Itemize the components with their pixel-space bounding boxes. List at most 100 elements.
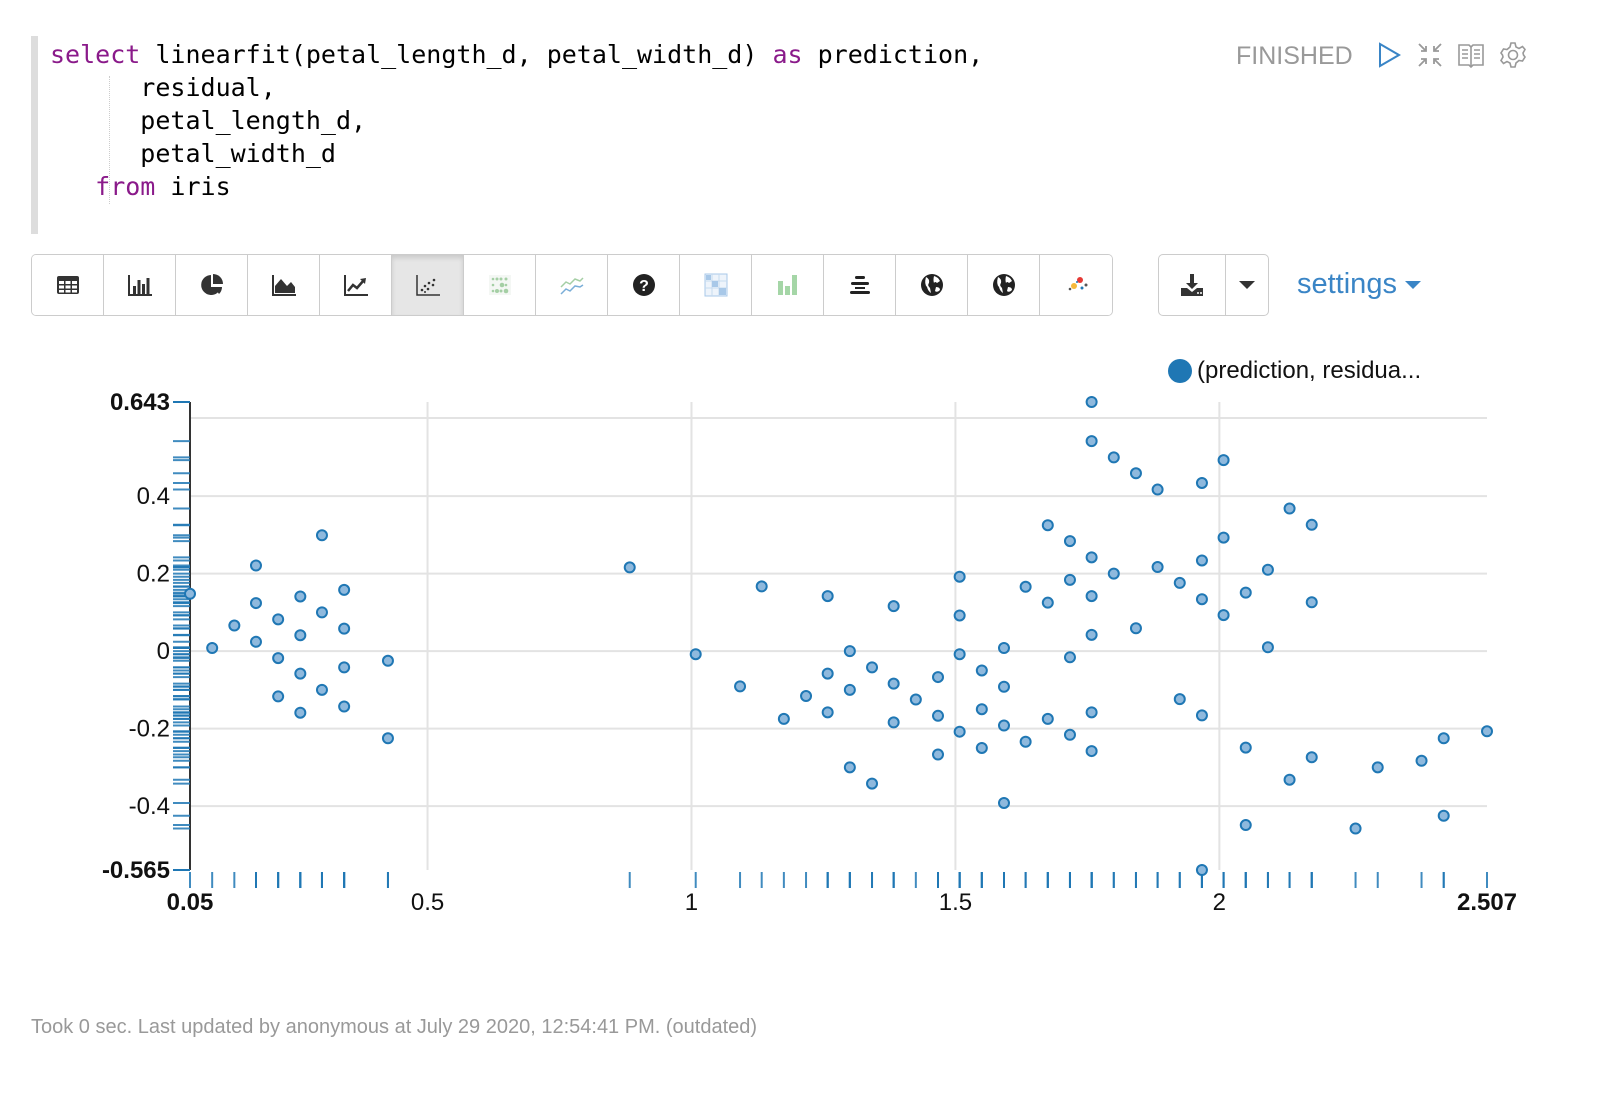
data-point[interactable] (866, 661, 879, 674)
viz-button-color-scatter[interactable] (1040, 255, 1112, 315)
data-point[interactable] (272, 690, 285, 703)
data-point[interactable] (1151, 561, 1164, 574)
data-point[interactable] (734, 680, 747, 693)
viz-button-green-bar[interactable] (752, 255, 824, 315)
data-point[interactable] (1415, 754, 1428, 767)
data-point[interactable] (623, 561, 636, 574)
data-point[interactable] (1041, 596, 1054, 609)
data-point[interactable] (1261, 563, 1274, 576)
data-point[interactable] (1481, 725, 1493, 738)
viz-button-globe[interactable] (896, 255, 968, 315)
data-point[interactable] (1349, 822, 1362, 835)
data-point[interactable] (1085, 706, 1098, 719)
download-button[interactable] (1159, 255, 1226, 315)
data-point[interactable] (1107, 567, 1120, 580)
data-point[interactable] (843, 761, 856, 774)
viz-button-area-chart[interactable] (248, 255, 320, 315)
data-point[interactable] (1305, 751, 1318, 764)
data-point[interactable] (755, 580, 768, 593)
data-point[interactable] (1041, 712, 1054, 725)
data-point[interactable] (294, 590, 307, 603)
data-point[interactable] (800, 690, 813, 703)
data-point[interactable] (1195, 593, 1208, 606)
data-point[interactable] (1085, 745, 1098, 758)
data-point[interactable] (1173, 576, 1186, 589)
code-editor[interactable]: select linearfit(petal_length_d, petal_w… (31, 36, 1118, 234)
data-point[interactable] (1085, 628, 1098, 641)
data-point[interactable] (1305, 596, 1318, 609)
data-point[interactable] (272, 652, 285, 665)
data-point[interactable] (1239, 586, 1252, 599)
download-options-button[interactable] (1226, 255, 1268, 315)
data-point[interactable] (315, 683, 328, 696)
data-point[interactable] (887, 716, 900, 729)
legend-label[interactable]: (prediction, residua... (1197, 357, 1421, 384)
data-point[interactable] (1085, 435, 1098, 448)
viz-button-scatter-chart[interactable] (392, 255, 464, 315)
data-point[interactable] (1283, 773, 1296, 786)
data-point[interactable] (1217, 454, 1230, 467)
data-point[interactable] (315, 529, 328, 542)
data-point[interactable] (338, 700, 351, 713)
data-point[interactable] (338, 622, 351, 635)
data-point[interactable] (932, 671, 945, 684)
data-point[interactable] (1019, 580, 1032, 593)
data-point[interactable] (887, 600, 900, 613)
data-point[interactable] (1195, 864, 1208, 876)
data-point[interactable] (887, 677, 900, 690)
viz-button-globe-2[interactable] (968, 255, 1040, 315)
viz-button-line-chart[interactable] (320, 255, 392, 315)
data-point[interactable] (1437, 732, 1450, 745)
data-point[interactable] (315, 606, 328, 619)
data-point[interactable] (932, 748, 945, 761)
data-point[interactable] (1063, 535, 1076, 548)
viz-button-pie-chart[interactable] (176, 255, 248, 315)
data-point[interactable] (249, 635, 262, 648)
collapse-icon[interactable] (1415, 40, 1445, 70)
data-point[interactable] (932, 709, 945, 722)
data-point[interactable] (294, 629, 307, 642)
data-point[interactable] (1195, 554, 1208, 567)
viz-button-align-center[interactable] (824, 255, 896, 315)
data-point[interactable] (338, 661, 351, 674)
data-point[interactable] (975, 664, 988, 677)
data-point[interactable] (997, 680, 1010, 693)
data-point[interactable] (1437, 809, 1450, 822)
data-point[interactable] (909, 693, 922, 706)
data-point[interactable] (1195, 709, 1208, 722)
data-point[interactable] (294, 706, 307, 719)
data-point[interactable] (975, 741, 988, 754)
data-point[interactable] (338, 583, 351, 596)
data-point[interactable] (953, 648, 966, 661)
data-point[interactable] (1173, 693, 1186, 706)
data-point[interactable] (272, 613, 285, 626)
data-point[interactable] (1063, 728, 1076, 741)
data-point[interactable] (953, 725, 966, 738)
data-point[interactable] (1085, 551, 1098, 564)
data-point[interactable] (249, 559, 262, 572)
data-point[interactable] (689, 648, 702, 661)
data-point[interactable] (1305, 518, 1318, 531)
book-icon[interactable] (1456, 40, 1486, 70)
data-point[interactable] (206, 642, 219, 655)
data-point[interactable] (777, 712, 790, 725)
gear-icon[interactable] (1498, 40, 1528, 70)
data-point[interactable] (866, 777, 879, 790)
data-point[interactable] (821, 590, 834, 603)
sql-code[interactable]: select linearfit(petal_length_d, petal_w… (50, 38, 983, 203)
data-point[interactable] (1129, 467, 1142, 480)
data-point[interactable] (1041, 519, 1054, 532)
viz-button-multi-line[interactable] (536, 255, 608, 315)
run-icon[interactable] (1374, 40, 1404, 70)
data-point[interactable] (1283, 502, 1296, 515)
viz-button-bar-chart[interactable] (104, 255, 176, 315)
data-point[interactable] (1371, 761, 1384, 774)
data-point[interactable] (1217, 609, 1230, 622)
data-point[interactable] (1217, 531, 1230, 544)
viz-button-help[interactable]: ? (608, 255, 680, 315)
settings-dropdown[interactable]: settings (1297, 268, 1421, 301)
data-point[interactable] (1195, 476, 1208, 489)
data-point[interactable] (294, 667, 307, 680)
data-point[interactable] (997, 719, 1010, 732)
data-point[interactable] (381, 732, 394, 745)
